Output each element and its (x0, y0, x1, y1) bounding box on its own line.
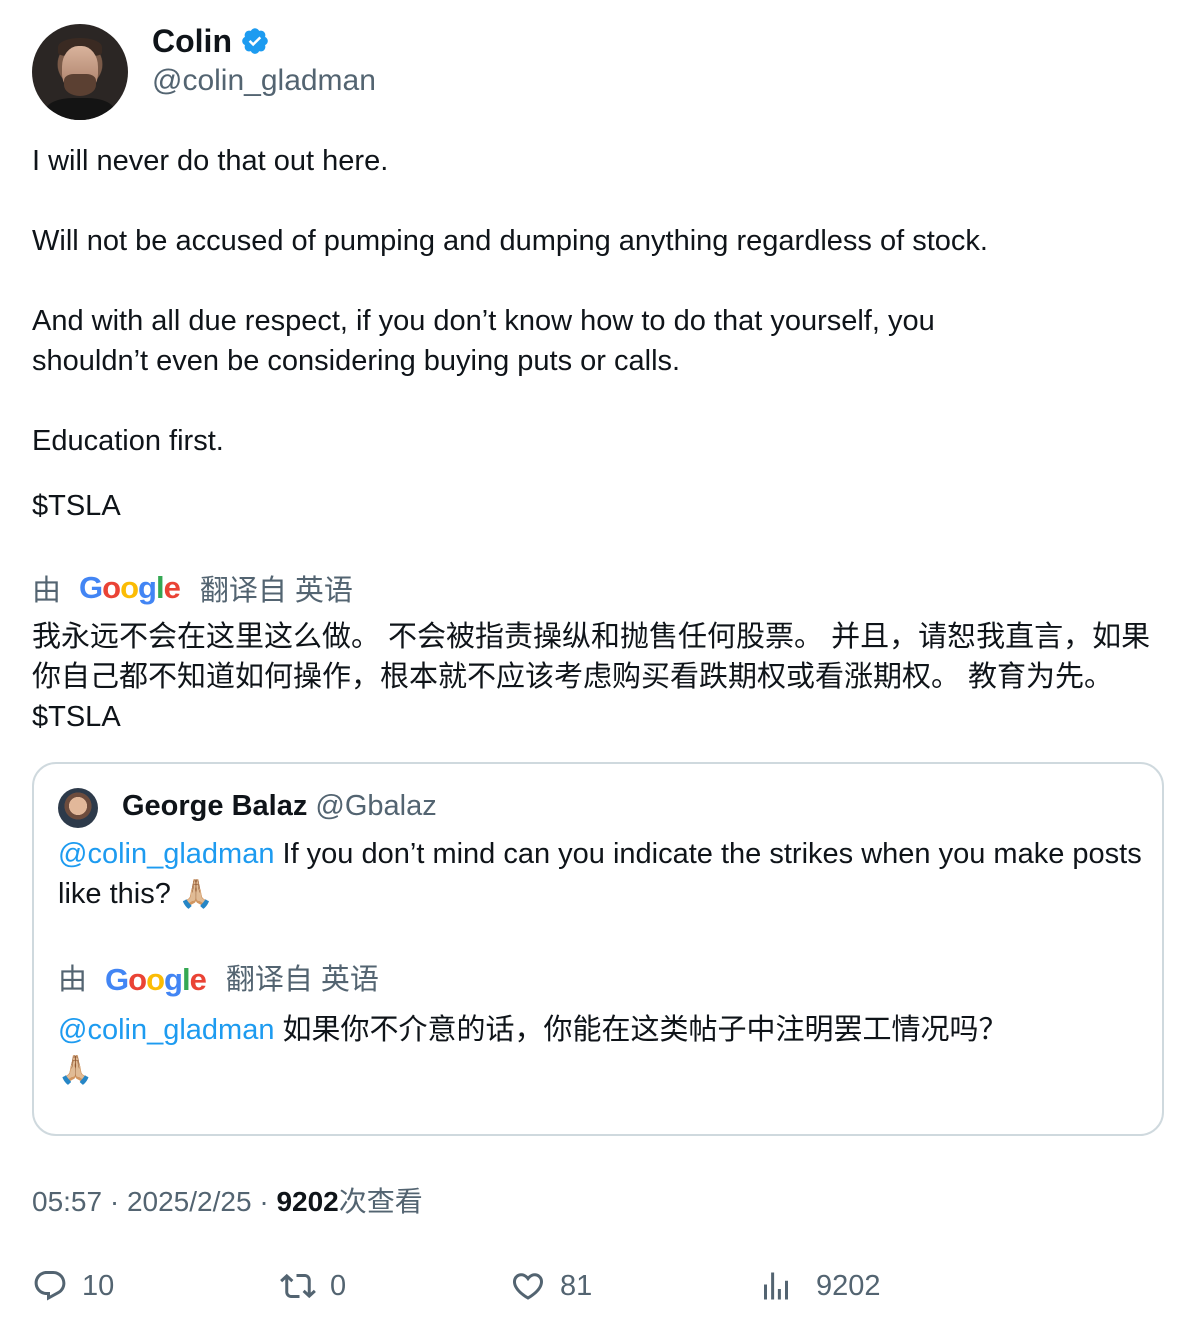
google-logo: Google (105, 962, 207, 997)
like-button[interactable]: 81 (510, 1268, 592, 1304)
reply-count: 10 (82, 1269, 115, 1302)
translation-prefix: 由 (32, 575, 62, 607)
folded-hands-emoji: 🙏🏼 (178, 877, 214, 910)
retweet-icon (280, 1273, 316, 1299)
mention-link[interactable]: @colin_gladman (58, 838, 274, 870)
tweet-paragraph: shouldn’t even be considering buying put… (32, 345, 681, 377)
views-label: 次查看 (338, 1186, 423, 1217)
author-avatar[interactable] (32, 24, 128, 120)
quoted-author-row: George Balaz @Gbalaz (122, 786, 437, 826)
translation-prefix: 由 (58, 964, 88, 996)
google-logo: Google (79, 570, 181, 605)
tweet-date[interactable]: 2025/2/25 (127, 1186, 252, 1217)
quoted-tweet-card[interactable]: George Balaz @Gbalaz @colin_gladman If y… (32, 762, 1164, 1136)
verified-badge-icon (242, 28, 268, 54)
reply-icon (34, 1271, 66, 1301)
views-button[interactable]: 9202 (758, 1268, 881, 1304)
quoted-author-name[interactable]: George Balaz (122, 790, 307, 822)
quoted-author-handle[interactable]: @Gbalaz (315, 790, 436, 822)
translation-suffix: 翻译自 英语 (199, 575, 353, 607)
heart-icon (512, 1273, 544, 1300)
like-count: 81 (560, 1269, 593, 1302)
quoted-translated-body: 如果你不介意的话，你能在这类帖子中注明罢工情况吗？ (274, 1014, 1008, 1046)
retweet-button[interactable]: 0 (280, 1268, 346, 1304)
views-count-action: 9202 (816, 1269, 881, 1302)
tweet-paragraph: And with all due respect, if you don’t k… (32, 305, 935, 337)
views-count: 9202 (276, 1186, 339, 1217)
tweet-paragraph: Will not be accused of pumping and dumpi… (32, 225, 988, 257)
reply-button[interactable]: 10 (32, 1268, 114, 1304)
avatar-beard (64, 74, 96, 96)
quoted-tweet-text: @colin_gladman If you don’t mind can you… (58, 834, 1148, 1090)
avatar-shirt (46, 98, 114, 120)
views-chart-icon (764, 1272, 788, 1300)
tweet-paragraph: Education first. (32, 425, 224, 457)
tweet-meta: 05:57 · 2025/2/25 · 9202次查看 (32, 1182, 423, 1222)
folded-hands-emoji: 🙏🏼 (58, 1053, 93, 1086)
mention-link[interactable]: @colin_gladman (58, 1014, 274, 1046)
author-handle[interactable]: @colin_gladman (152, 62, 376, 100)
tweet-paragraph: I will never do that out here. (32, 145, 389, 177)
quoted-translation-attribution: 由 Google 翻译自 英语 (58, 960, 1148, 1000)
translation-attribution: 由 Google 翻译自 英语 (32, 567, 353, 609)
meta-separator: · (102, 1186, 127, 1217)
meta-separator: · (251, 1186, 277, 1217)
translated-tweet-text: 我永远不会在这里这么做。 不会被指责操纵和抛售任何股票。 并且，请恕我直言，如果… (32, 621, 1151, 733)
tweet-text: I will never do that out here. Will not … (32, 141, 1172, 526)
cashtag-link[interactable]: $TSLA (32, 486, 1172, 526)
translation-suffix: 翻译自 英语 (225, 964, 379, 996)
quoted-author-avatar[interactable] (58, 788, 98, 828)
retweet-count: 0 (330, 1269, 347, 1302)
tweet-time[interactable]: 05:57 (32, 1186, 102, 1217)
author-display-name[interactable]: Colin (152, 22, 232, 60)
author-name-row: Colin (152, 22, 270, 60)
